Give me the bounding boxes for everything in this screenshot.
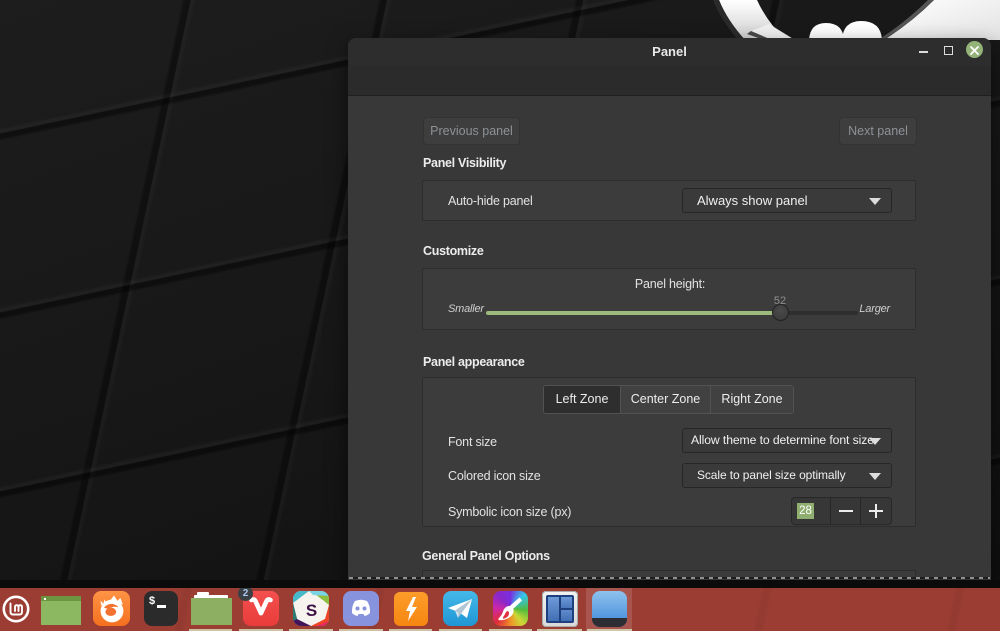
svg-text:S: S [306, 601, 317, 620]
